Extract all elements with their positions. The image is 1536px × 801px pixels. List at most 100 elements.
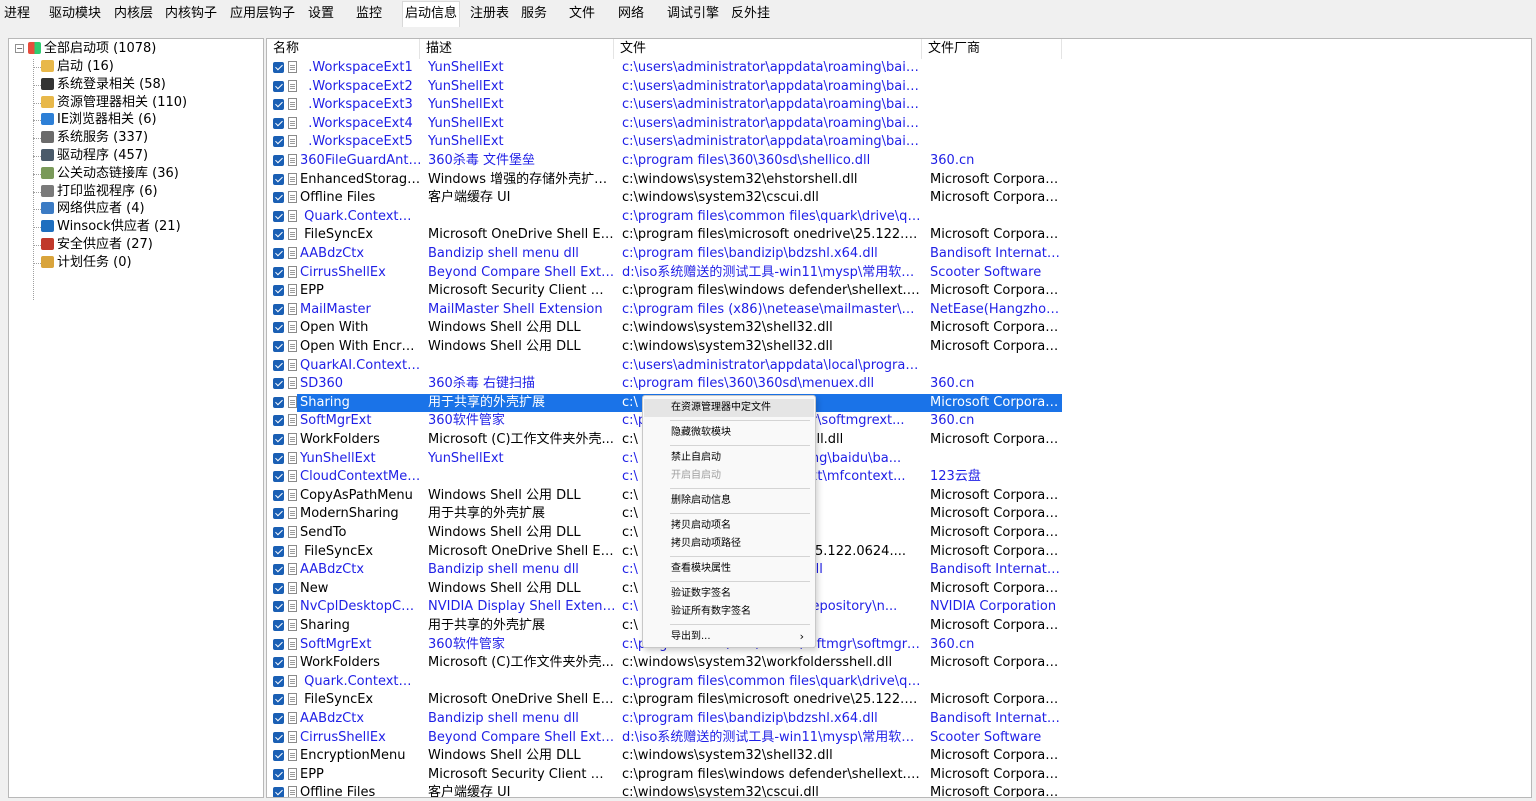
table-row[interactable]: AABdzCtxBandizip shell menu dllc:\ 64.dl… xyxy=(267,561,1531,580)
table-row[interactable]: .WorkspaceExt4 YunShellExt c:\users\admini… xyxy=(267,115,1531,134)
tab-9[interactable]: 服务 xyxy=(519,2,549,26)
row-checkbox[interactable] xyxy=(273,508,284,520)
row-checkbox[interactable] xyxy=(273,713,284,724)
row-checkbox[interactable] xyxy=(273,768,284,780)
row-checkbox[interactable] xyxy=(273,657,284,669)
row-checkbox[interactable] xyxy=(273,99,284,111)
tab-10[interactable]: 文件 xyxy=(567,2,597,26)
row-checkbox[interactable] xyxy=(273,601,284,613)
row-checkbox[interactable] xyxy=(273,117,284,129)
row-checkbox[interactable] xyxy=(273,341,284,352)
menu-copy-item-name[interactable]: 拷贝启动项名 xyxy=(644,517,814,535)
row-checkbox[interactable] xyxy=(273,173,284,185)
column-header-description[interactable]: 描述 xyxy=(420,39,614,59)
tree-root-all-startup[interactable]: − 全部启动项 (1078) xyxy=(15,40,156,58)
row-checkbox[interactable] xyxy=(273,210,284,222)
tab-13[interactable]: 反外挂 xyxy=(729,2,772,26)
startup-category-tree[interactable]: − 全部启动项 (1078) 启动 (16) 系统登录相关 (58) 资源管理器相关 … xyxy=(8,38,264,798)
table-row[interactable]: AABdzCtx Bandizip shell menu dll c:\progra… xyxy=(267,710,1531,729)
table-row[interactable]: .WorkspaceExt1 YunShellExt c:\users\admini… xyxy=(267,59,1531,78)
tree-item-10[interactable]: 安全供应者 (27) xyxy=(41,236,153,254)
row-checkbox[interactable] xyxy=(273,415,284,427)
row-checkbox[interactable] xyxy=(273,322,284,334)
table-row[interactable]: Open With Encrypt... Windows Shell 公用 DLL… xyxy=(267,338,1531,357)
row-checkbox[interactable] xyxy=(273,471,284,483)
tree-item-7[interactable]: 打印监视程序 (6) xyxy=(41,183,158,201)
table-row[interactable]: YunShellExt YunShellExt c:\ aming\baidu\ba… xyxy=(267,450,1531,469)
menu-export-to[interactable]: 导出到... › xyxy=(644,628,814,646)
row-checkbox[interactable] xyxy=(273,694,284,706)
row-checkbox[interactable] xyxy=(273,489,284,501)
row-checkbox[interactable] xyxy=(273,750,284,762)
row-checkbox[interactable] xyxy=(273,303,284,315)
row-checkbox[interactable] xyxy=(273,192,284,204)
table-row[interactable]: ModernSharing 用于共享的外壳扩展 c:\ Microsoft Corpo… xyxy=(267,505,1531,524)
table-row[interactable]: FileSyncEx Microsoft OneDrive Shell Exte.… xyxy=(267,543,1531,562)
tab-0[interactable]: 进程 xyxy=(2,2,32,26)
table-row[interactable]: FileSyncEx Microsoft OneDrive Shell Exte.… xyxy=(267,691,1531,710)
tab-7[interactable]: 启动信息 xyxy=(402,1,461,27)
tab-3[interactable]: 内核钩子 xyxy=(163,2,219,26)
tree-item-0[interactable]: 启动 (16) xyxy=(41,58,114,76)
tree-item-9[interactable]: Winsock供应者 (21) xyxy=(41,218,181,236)
tab-5[interactable]: 设置 xyxy=(306,2,336,26)
table-row[interactable]: EnhancedStorageS... Windows 增强的存储外壳扩展... c… xyxy=(267,171,1531,190)
row-checkbox[interactable] xyxy=(273,564,284,576)
row-checkbox[interactable] xyxy=(273,266,284,278)
table-row[interactable]: CirrusShellEx Beyond Compare Shell Extens… xyxy=(267,729,1531,748)
menu-copy-item-path[interactable]: 拷贝启动项路径 xyxy=(644,535,814,553)
startup-list[interactable]: 名称 描述 文件 文件厂商 .WorkspaceExt1 YunShellExt c… xyxy=(266,38,1532,798)
tab-11[interactable]: 网络 xyxy=(616,2,646,26)
tab-2[interactable]: 内核层 xyxy=(112,2,155,26)
row-checkbox[interactable] xyxy=(273,582,284,594)
table-row[interactable]: SD360 360杀毒 右键扫描 c:\program files\360\360s… xyxy=(267,375,1531,394)
row-checkbox[interactable] xyxy=(273,229,284,241)
menu-view-module-properties[interactable]: 查看模块属性 xyxy=(644,560,814,578)
tab-4[interactable]: 应用层钩子 xyxy=(228,2,297,26)
row-checkbox[interactable] xyxy=(273,248,284,259)
column-header-file[interactable]: 文件 xyxy=(614,39,922,59)
tree-item-11[interactable]: 计划任务 (0) xyxy=(41,254,132,272)
row-checkbox[interactable] xyxy=(273,136,284,148)
menu-verify-signature[interactable]: 验证数字签名 xyxy=(644,585,814,603)
table-row[interactable]: Open With Windows Shell 公用 DLL c:\windows\… xyxy=(267,319,1531,338)
tab-6[interactable]: 监控 xyxy=(354,2,384,26)
menu-disable-autostart[interactable]: 禁止自启动 xyxy=(644,449,814,467)
row-checkbox[interactable] xyxy=(273,787,284,797)
tree-item-8[interactable]: 网络供应者 (4) xyxy=(41,200,145,218)
table-row[interactable]: New Windows Shell 公用 DLL c:\ Microsoft Corp… xyxy=(267,580,1531,599)
row-checkbox[interactable] xyxy=(273,155,284,166)
table-row[interactable]: WorkFoldersMicrosoft (C)工作文件夹外壳...c:\ ss… xyxy=(267,431,1531,450)
table-row[interactable]: EPP Microsoft Security Client 外壳... c:\pro… xyxy=(267,282,1531,301)
menu-locate-in-explorer[interactable]: 在资源管理器中定文件 xyxy=(644,399,814,417)
row-checkbox[interactable] xyxy=(273,545,284,557)
table-row[interactable]: CopyAsPathMenu Windows Shell 公用 DLL c:\ Mic… xyxy=(267,487,1531,506)
table-row[interactable]: AABdzCtx Bandizip shell menu dll c:\progra… xyxy=(267,245,1531,264)
tab-12[interactable]: 调试引擎 xyxy=(665,2,721,26)
menu-hide-microsoft-modules[interactable]: 隐藏微软模块 xyxy=(644,424,814,442)
column-header-vendor[interactable]: 文件厂商 xyxy=(922,39,1062,59)
table-row[interactable]: Sharing 用于共享的外壳扩展 c:\ Microsoft Corporation xyxy=(267,393,1531,413)
row-checkbox[interactable] xyxy=(273,359,284,371)
table-row[interactable]: EncryptionMenu Windows Shell 公用 DLL c:\win… xyxy=(267,747,1531,766)
tree-item-5[interactable]: 驱动程序 (457) xyxy=(41,147,148,165)
row-checkbox[interactable] xyxy=(273,675,284,687)
table-row[interactable]: SoftMgrExt360软件管家c:\program files\360\36… xyxy=(267,636,1531,655)
tree-item-2[interactable]: 资源管理器相关 (110) xyxy=(41,94,187,112)
row-checkbox[interactable] xyxy=(273,434,284,445)
table-row[interactable]: MailMaster MailMaster Shell Extension c:\p… xyxy=(267,301,1531,320)
table-row[interactable]: FileSyncEx Microsoft OneDrive Shell Exte.… xyxy=(267,226,1531,245)
row-checkbox[interactable] xyxy=(273,731,284,743)
table-row[interactable]: SendTo Windows Shell 公用 DLL c:\ Microsoft C… xyxy=(267,524,1531,543)
tree-item-1[interactable]: 系统登录相关 (58) xyxy=(41,76,166,94)
row-checkbox[interactable] xyxy=(273,452,284,464)
row-checkbox[interactable] xyxy=(273,378,284,390)
row-checkbox[interactable] xyxy=(273,620,284,631)
table-row[interactable]: .WorkspaceExt3 YunShellExt c:\users\admini… xyxy=(267,96,1531,115)
table-row[interactable]: Offline Files 客户端缓存 UI c:\windows\system32… xyxy=(267,189,1531,208)
tree-item-3[interactable]: IE浏览器相关 (6) xyxy=(41,111,157,129)
tree-item-4[interactable]: 系统服务 (337) xyxy=(41,129,148,147)
table-row[interactable]: CirrusShellEx Beyond Compare Shell Extens… xyxy=(267,264,1531,283)
table-row[interactable]: Offline Files 客户端缓存 UI c:\windows\system32… xyxy=(267,784,1531,797)
table-row[interactable]: SoftMgrExt 360软件管家 c:\p mgr\softmgrext... 3… xyxy=(267,412,1531,431)
